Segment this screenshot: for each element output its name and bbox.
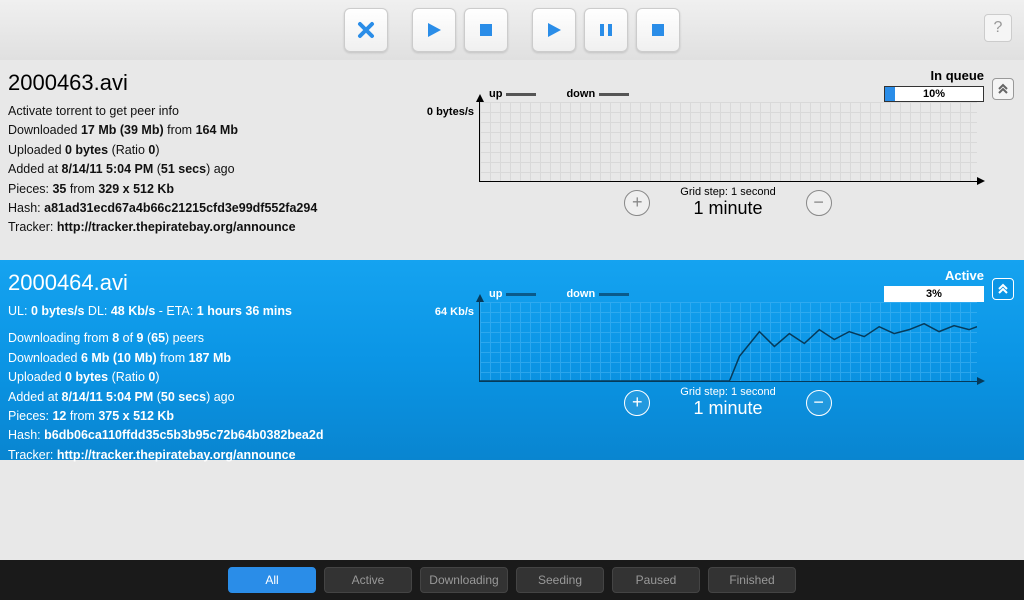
remove-button[interactable] xyxy=(344,8,388,52)
toolbar: ? xyxy=(0,0,1024,60)
zoom-in-button[interactable]: + xyxy=(624,190,650,216)
start-button[interactable] xyxy=(412,8,456,52)
zoom-out-button[interactable]: − xyxy=(806,190,832,216)
chart: updown 64 Kb/s + Grid step: 1 second1 mi… xyxy=(414,288,984,419)
torrent-row[interactable]: 2000464.avi Active 3% UL: 0 bytes/s DL: … xyxy=(0,260,1024,460)
filter-active[interactable]: Active xyxy=(324,567,412,593)
status-label: Active xyxy=(884,268,984,283)
start-all-button[interactable] xyxy=(532,8,576,52)
filter-seeding[interactable]: Seeding xyxy=(516,567,604,593)
torrent-row[interactable]: 2000463.avi In queue 10% Activate torren… xyxy=(0,60,1024,260)
filter-bar: All Active Downloading Seeding Paused Fi… xyxy=(0,560,1024,600)
stop-all-button[interactable] xyxy=(636,8,680,52)
zoom-out-button[interactable]: − xyxy=(806,390,832,416)
collapse-button[interactable] xyxy=(992,278,1014,300)
help-button[interactable]: ? xyxy=(984,14,1012,42)
status-label: In queue xyxy=(884,68,984,83)
filter-finished[interactable]: Finished xyxy=(708,567,796,593)
filter-paused[interactable]: Paused xyxy=(612,567,700,593)
collapse-button[interactable] xyxy=(992,78,1014,100)
filter-all[interactable]: All xyxy=(228,567,316,593)
stop-button[interactable] xyxy=(464,8,508,52)
chart: updown 0 bytes/s + Grid step: 1 second1 … xyxy=(414,88,984,219)
pause-all-button[interactable] xyxy=(584,8,628,52)
filter-downloading[interactable]: Downloading xyxy=(420,567,508,593)
zoom-in-button[interactable]: + xyxy=(624,390,650,416)
